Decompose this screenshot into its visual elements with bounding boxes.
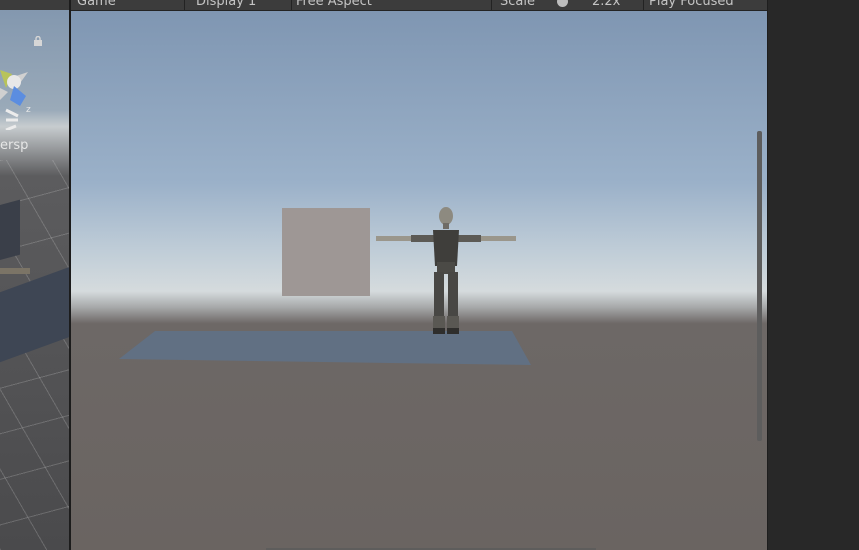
- game-view: Game Display 1 Free Aspect Scale 2.2x Pl…: [71, 0, 767, 550]
- right-dock-panel: [767, 0, 859, 550]
- camera-projection-label[interactable]: ersp: [0, 138, 28, 153]
- scene-toolbar: [0, 0, 69, 10]
- scene-view[interactable]: z ersp: [0, 0, 69, 550]
- grey-cube: [282, 208, 370, 296]
- toolbar-divider: [291, 0, 292, 10]
- lock-icon[interactable]: [33, 35, 43, 46]
- game-toolbar: Game Display 1 Free Aspect Scale 2.2x Pl…: [71, 0, 767, 11]
- tab-game[interactable]: Game: [77, 0, 116, 10]
- scene-gizmo-icon[interactable]: z: [0, 40, 40, 130]
- play-mode-select[interactable]: Play Focused: [649, 0, 734, 10]
- scale-value: 2.2x: [592, 0, 621, 9]
- t-pose-character: [376, 207, 516, 334]
- scale-label: Scale: [500, 0, 535, 9]
- toolbar-divider: [491, 0, 492, 10]
- viewport-scrollbar[interactable]: [757, 131, 762, 441]
- toolbar-divider: [184, 0, 185, 10]
- gizmo-axis-label: z: [26, 105, 31, 115]
- game-viewport[interactable]: [71, 11, 767, 550]
- scale-slider-handle[interactable]: [557, 0, 568, 7]
- display-select[interactable]: Display 1: [196, 0, 256, 10]
- toolbar-divider: [643, 0, 644, 10]
- scene-character: [0, 268, 30, 274]
- aspect-select[interactable]: Free Aspect: [296, 0, 372, 10]
